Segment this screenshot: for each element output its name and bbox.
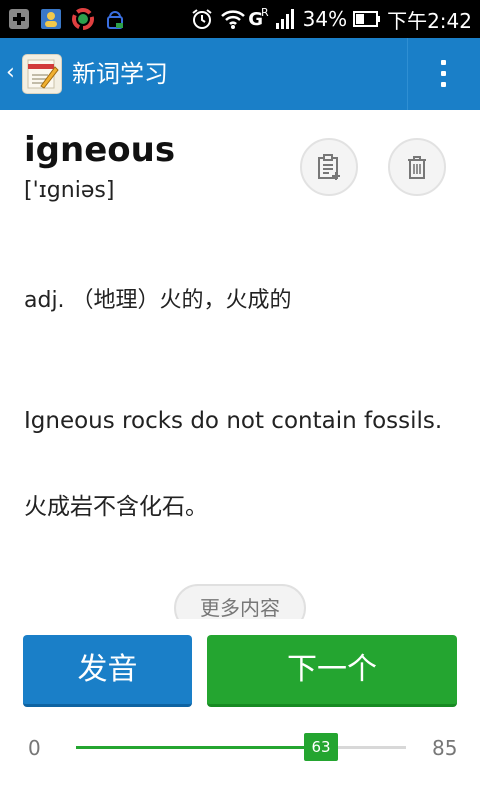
- add-note-icon: [318, 154, 340, 180]
- progress-thumb[interactable]: 63: [304, 733, 338, 761]
- overflow-menu-icon: [441, 60, 447, 88]
- sync-app-icon: [72, 8, 94, 30]
- wifi-icon: [221, 10, 246, 29]
- overflow-menu-button[interactable]: [407, 38, 480, 110]
- system-status: G R 34% 下午2:42: [190, 0, 472, 38]
- phonetic: ['ɪgniəs]: [24, 178, 115, 203]
- definition: adj. （地理）火的，火成的: [24, 288, 292, 313]
- clock: 下午2:42: [387, 8, 472, 33]
- progress-track[interactable]: [76, 746, 406, 749]
- battery-percent: 34%: [302, 7, 348, 31]
- app-bar: ‹ 新词学习: [0, 38, 480, 110]
- headword: igneous: [24, 130, 176, 170]
- back-chevron-icon[interactable]: ‹: [6, 60, 15, 86]
- app-title: 新词学习: [72, 60, 168, 88]
- status-bar: G R 34% 下午2:42: [0, 0, 480, 38]
- progress-fill: [76, 746, 321, 749]
- add-to-wordbook-button[interactable]: [300, 138, 358, 196]
- contact-card-icon: [41, 9, 61, 29]
- pronounce-button[interactable]: 发音: [23, 635, 192, 707]
- trash-icon: [408, 156, 426, 179]
- battery-icon: [353, 11, 381, 27]
- example-sentence-zh: 火成岩不含化石。: [24, 494, 208, 520]
- roaming-indicator: R: [260, 5, 269, 19]
- next-word-button[interactable]: 下一个: [207, 635, 457, 707]
- example-sentence-en: Igneous rocks do not contain fossils.: [24, 408, 443, 434]
- progress-max-label: 85: [432, 736, 458, 760]
- signal-icon: [275, 9, 294, 29]
- app-logo-icon[interactable]: [22, 54, 62, 94]
- app-store-icon: [107, 11, 123, 29]
- notebook-pencil-icon: [27, 59, 59, 89]
- add-notification-icon: [9, 9, 29, 29]
- alarm-icon: [192, 9, 212, 29]
- delete-button[interactable]: [388, 138, 446, 196]
- notification-icons: [8, 6, 126, 32]
- progress-min-label: 0: [28, 736, 41, 760]
- content-divider: [0, 619, 480, 635]
